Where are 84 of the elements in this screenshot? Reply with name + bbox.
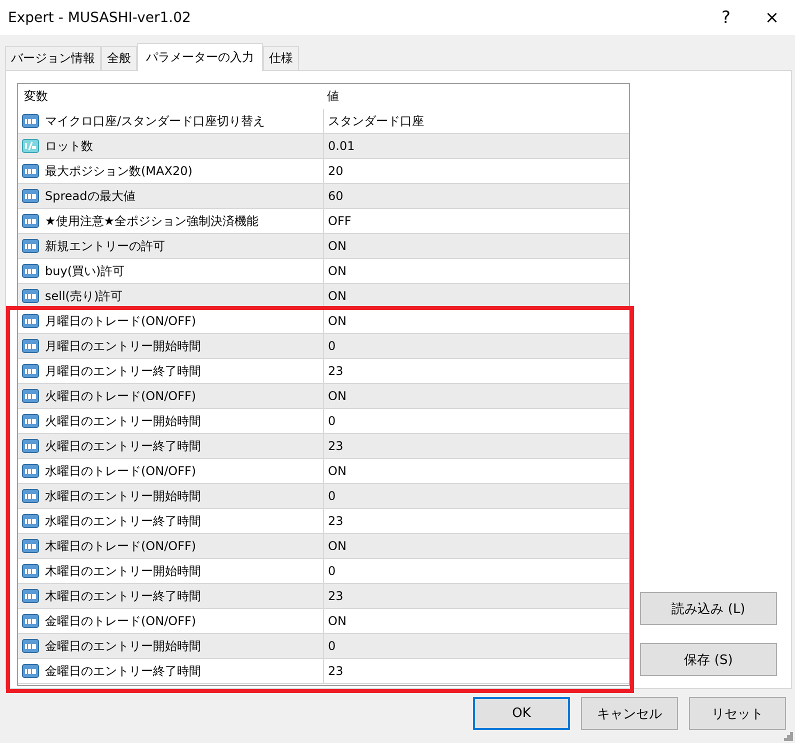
integer-icon bbox=[22, 663, 40, 679]
parameter-value: スタンダード口座 bbox=[328, 112, 424, 130]
fraction-icon bbox=[22, 138, 40, 154]
parameter-value: 23 bbox=[328, 514, 344, 528]
integer-icon bbox=[22, 188, 40, 204]
parameter-value: 0 bbox=[328, 339, 336, 353]
parameter-value: 23 bbox=[328, 439, 344, 453]
parameter-name: 水曜日のエントリー開始時間 bbox=[45, 488, 201, 504]
window-title: Expert - MUSASHI-ver1.02 bbox=[7, 10, 192, 26]
integer-icon bbox=[22, 413, 40, 429]
parameter-value: 0.01 bbox=[328, 139, 355, 153]
integer-icon bbox=[22, 113, 40, 129]
parameter-value: 0 bbox=[328, 639, 336, 653]
parameter-name: 最大ポジション数(MAX20) bbox=[45, 162, 192, 180]
parameter-value: OFF bbox=[328, 214, 352, 228]
parameter-value: ON bbox=[328, 389, 346, 403]
parameter-name: 木曜日のエントリー終了時間 bbox=[45, 588, 201, 604]
parameter-name: 火曜日のトレード(ON/OFF) bbox=[45, 388, 196, 404]
dialog-button[interactable]: キャンセル bbox=[581, 697, 678, 730]
integer-icon bbox=[22, 288, 40, 304]
parameter-name: Spreadの最大値 bbox=[45, 188, 136, 204]
parameter-name: sell(売り)許可 bbox=[45, 288, 123, 304]
integer-icon bbox=[22, 638, 40, 654]
parameter-value: ON bbox=[328, 314, 346, 328]
dialog-button[interactable]: OK bbox=[473, 697, 570, 730]
integer-icon bbox=[22, 338, 40, 354]
parameter-name: 木曜日のトレード(ON/OFF) bbox=[45, 538, 196, 554]
integer-icon bbox=[22, 238, 40, 254]
side-button[interactable]: 読み込み (L) bbox=[640, 592, 777, 625]
integer-icon bbox=[22, 513, 40, 529]
parameter-name: ロット数 bbox=[45, 138, 93, 154]
parameter-value: ON bbox=[328, 264, 346, 278]
parameter-value: 0 bbox=[328, 489, 336, 503]
parameter-value: 60 bbox=[328, 189, 344, 203]
parameter-name: 新規エントリーの許可 bbox=[45, 238, 165, 254]
parameter-value: 23 bbox=[328, 589, 344, 603]
integer-icon bbox=[22, 488, 40, 504]
parameter-value: ON bbox=[328, 464, 346, 478]
integer-icon bbox=[22, 363, 40, 379]
parameter-name: 水曜日のトレード(ON/OFF) bbox=[45, 462, 196, 480]
column-header: 変数 bbox=[24, 88, 48, 105]
parameter-name: 月曜日のエントリー開始時間 bbox=[45, 338, 201, 354]
parameter-value: ON bbox=[328, 239, 346, 253]
parameter-value: 23 bbox=[328, 664, 344, 678]
parameter-value: 0 bbox=[328, 414, 336, 428]
parameter-name: 火曜日のエントリー開始時間 bbox=[45, 412, 201, 430]
integer-icon bbox=[22, 613, 40, 629]
parameter-value: 20 bbox=[328, 164, 344, 178]
integer-icon bbox=[22, 463, 40, 479]
parameter-value: ON bbox=[328, 289, 346, 303]
tab[interactable]: パラメーターの入力 bbox=[137, 43, 263, 71]
integer-icon bbox=[22, 563, 40, 579]
parameter-name: 月曜日のエントリー終了時間 bbox=[45, 362, 201, 380]
integer-icon bbox=[22, 388, 40, 404]
column-header: 値 bbox=[327, 88, 339, 105]
resize-grip-icon bbox=[784, 732, 793, 741]
parameter-value: 0 bbox=[328, 564, 336, 578]
close-button[interactable]: × bbox=[749, 0, 795, 35]
parameter-value: 23 bbox=[328, 364, 344, 378]
parameter-name: 金曜日のエントリー終了時間 bbox=[45, 662, 201, 680]
parameter-name: ★使用注意★全ポジション強制決済機能 bbox=[45, 212, 259, 230]
integer-icon bbox=[22, 163, 40, 179]
tab[interactable]: 全般 bbox=[101, 46, 137, 70]
integer-icon bbox=[22, 313, 40, 329]
parameter-value: ON bbox=[328, 614, 346, 628]
help-button[interactable]: ? bbox=[703, 0, 749, 35]
tab[interactable]: バージョン情報 bbox=[5, 46, 101, 70]
integer-icon bbox=[22, 263, 40, 279]
parameter-name: マイクロ口座/スタンダード口座切り替え bbox=[45, 112, 266, 130]
parameter-value: ON bbox=[328, 539, 346, 553]
parameter-name: 水曜日のエントリー終了時間 bbox=[45, 512, 201, 530]
parameter-name: buy(買い)許可 bbox=[45, 262, 125, 280]
parameter-name: 金曜日のトレード(ON/OFF) bbox=[45, 612, 196, 630]
integer-icon bbox=[22, 538, 40, 554]
tab[interactable]: 仕様 bbox=[263, 46, 299, 70]
parameter-name: 月曜日のトレード(ON/OFF) bbox=[45, 312, 196, 330]
parameter-name: 火曜日のエントリー終了時間 bbox=[45, 438, 201, 454]
parameter-name: 金曜日のエントリー開始時間 bbox=[45, 638, 201, 654]
integer-icon bbox=[22, 213, 40, 229]
parameter-name: 木曜日のエントリー開始時間 bbox=[45, 562, 201, 580]
side-button[interactable]: 保存 (S) bbox=[640, 643, 777, 676]
integer-icon bbox=[22, 438, 40, 454]
integer-icon bbox=[22, 588, 40, 604]
dialog-button[interactable]: リセット bbox=[689, 697, 786, 730]
